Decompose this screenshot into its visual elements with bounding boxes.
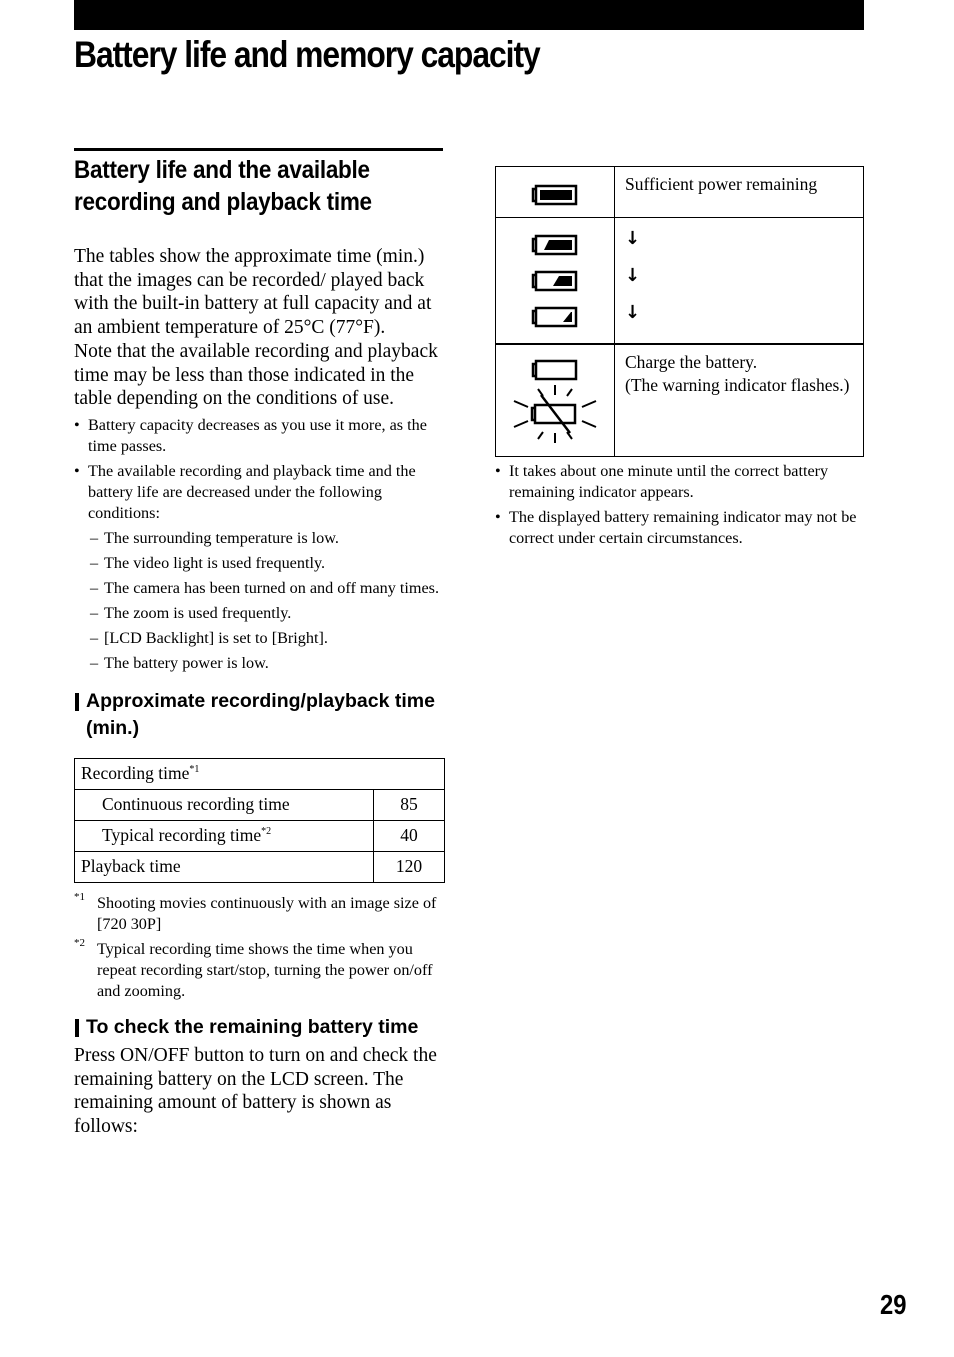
battery-full-icon [531,184,578,206]
table-cell-value: 85 [373,788,445,821]
icon-cell [495,166,615,218]
list-item: • It takes about one minute until the cor… [495,461,864,503]
footnotes: *1 Shooting movies continuously with an i… [74,891,444,1002]
condition-item: – The video light is used frequently. [74,553,444,574]
subhead-check-battery: To check the remaining battery time [74,1014,444,1041]
notes-list: • Battery capacity decreases as you use i… [74,415,444,524]
footnote: *2 Typical recording time shows the time … [74,937,444,1002]
battery-indicator-table: Sufficient power remaining ↓ ↓ ↓ Charge … [495,166,864,457]
icon-cell [495,342,615,457]
dash-icon: – [90,653,99,672]
subhead-marker-icon [75,692,79,711]
condition-text: The video light is used frequently. [104,553,326,572]
cell-text: Playback time [81,856,181,877]
table-row: ↓ ↓ ↓ [495,217,864,344]
cell-text: Continuous recording time [102,794,290,815]
table-cell-label: Recording time*1 [74,757,445,790]
list-item: • The displayed battery remaining indicat… [495,507,864,549]
table-row: Playback time 120 [74,850,445,883]
page-number: 29 [880,1289,907,1320]
list-item-text: The displayed battery remaining indicato… [509,508,857,547]
check-paragraph: Press ON/OFF button to turn on and check… [74,1044,437,1138]
condition-text: The zoom is used frequently. [104,603,292,622]
text-line: (The warning indicator flashes.) [625,375,850,395]
cell-text: Typical recording time [102,825,262,846]
bullet-icon: • [495,508,501,526]
footnote-ref: *2 [261,826,272,838]
table-row: Charge the battery. (The warning indicat… [495,342,864,457]
battery-quarter-icon [531,306,578,328]
bullet-icon: • [495,462,501,480]
condition-item: – The battery power is low. [74,653,444,674]
right-column: Sufficient power remaining ↓ ↓ ↓ Charge … [495,166,864,553]
arrow-down-icon: ↓ [625,302,641,323]
list-item: • The available recording and playback ti… [74,461,444,524]
table-row: Recording time*1 [74,757,445,790]
list-item: • Battery capacity decreases as you use i… [74,415,444,457]
footnote-mark: *2 [74,936,85,949]
condition-item: – The surrounding temperature is low. [74,528,444,549]
condition-item: – The zoom is used frequently. [74,603,444,624]
bullet-icon: • [74,415,80,434]
dash-icon: – [90,553,99,572]
list-item-text: It takes about one minute until the corr… [509,462,829,501]
table-cell-label: Continuous recording time [74,788,374,821]
table-row: Typical recording time*2 40 [74,819,445,852]
subhead-text: To check the remaining battery time [86,1015,419,1038]
footnote-text: Typical recording time shows the time wh… [97,939,433,1000]
condition-text: The battery power is low. [104,653,269,672]
section-title: Battery life and the available recording… [74,148,443,218]
indicator-notes-list: • It takes about one minute until the cor… [495,461,864,549]
condition-text: The camera has been turned on and off ma… [104,578,440,597]
table-row: Continuous recording time 85 [74,788,445,821]
left-column: Battery life and the available recording… [74,148,445,1139]
dash-icon: – [90,528,99,547]
footnote-text: Shooting movies continuously with an ima… [97,893,437,933]
conditions-list: – The surrounding temperature is low. – Th… [74,528,444,674]
header-bar [74,0,864,30]
arrow-down-icon: ↓ [625,265,641,286]
bullet-icon: • [74,461,80,480]
note-paragraph: Note that the available recording and pl… [74,340,438,410]
battery-empty-icon [531,359,578,380]
page-title: Battery life and memory capacity [74,34,541,75]
subhead-recording-time: Approximate recording/playback time (min… [74,688,444,742]
cell-text: Recording time [81,763,190,784]
table-cell-label: Typical recording time*2 [74,819,374,852]
arrows-cell: ↓ ↓ ↓ [614,217,864,344]
table-cell-value: 40 [373,819,445,852]
subhead-text: Approximate recording/playback time (min… [86,689,435,739]
battery-three-quarter-icon [531,234,578,256]
table-cell-value: 120 [373,850,445,883]
arrow-down-icon: ↓ [625,228,641,249]
list-item-text: Battery capacity decreases as you use it… [88,415,427,455]
dash-icon: – [90,603,99,622]
text-line: Charge the battery. [625,351,758,372]
list-item-text: The available recording and playback tim… [88,461,416,522]
intro-paragraph: The tables show the approximate time (mi… [74,246,432,339]
indicator-text: Sufficient power remaining [614,166,864,218]
icon-cell [495,217,615,344]
footnote-mark: *1 [74,890,85,903]
subhead-marker-icon [75,1018,79,1037]
condition-item: – [LCD Backlight] is set to [Bright]. [74,628,444,649]
indicator-text: Charge the battery. (The warning indicat… [614,342,864,457]
condition-item: – The camera has been turned on and off m… [74,578,444,599]
dash-icon: – [90,628,99,647]
table-cell-label: Playback time [74,850,374,883]
footnote: *1 Shooting movies continuously with an i… [74,891,444,935]
battery-empty-flashing-icon [513,384,597,443]
footnote-ref: *1 [189,764,200,776]
condition-text: [LCD Backlight] is set to [Bright]. [104,628,328,647]
dash-icon: – [90,578,99,597]
battery-half-icon [531,270,578,292]
condition-text: The surrounding temperature is low. [104,528,339,547]
recording-time-table: Recording time*1 Continuous recording ti… [74,757,445,883]
table-row: Sufficient power remaining [495,166,864,218]
